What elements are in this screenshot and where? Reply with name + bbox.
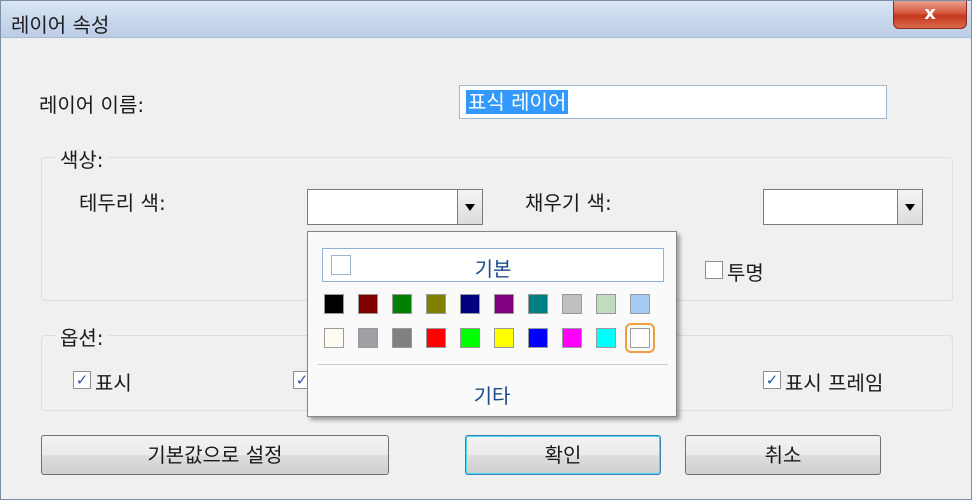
close-button[interactable]: x — [893, 1, 967, 29]
show-frame-checkbox[interactable]: ✓ — [763, 371, 781, 389]
set-defaults-button[interactable]: 기본값으로 설정 — [41, 435, 389, 475]
color-swatch[interactable] — [392, 294, 412, 314]
dialog-title: 레이어 속성 — [11, 13, 110, 37]
chevron-down-icon[interactable] — [457, 189, 483, 225]
color-swatch[interactable] — [358, 294, 378, 314]
color-swatch[interactable] — [630, 294, 650, 314]
color-swatch[interactable] — [494, 294, 514, 314]
color-picker-popup: 기본 기타 — [307, 231, 677, 417]
color-swatch[interactable] — [562, 294, 582, 314]
color-swatch[interactable] — [596, 294, 616, 314]
more-colors-option[interactable]: 기타 — [308, 380, 676, 409]
color-swatch[interactable] — [562, 328, 582, 348]
default-color-label: 기본 — [474, 257, 512, 281]
title-bar[interactable]: 레이어 속성 x — [1, 1, 971, 38]
show-label: 표시 — [95, 371, 132, 395]
color-swatch[interactable] — [358, 328, 378, 348]
transparent-checkbox[interactable] — [705, 261, 723, 279]
color-swatch[interactable] — [324, 328, 344, 348]
color-swatch[interactable] — [625, 323, 655, 353]
color-swatch[interactable] — [426, 294, 446, 314]
fill-color-label: 채우기 색: — [525, 191, 612, 215]
chevron-down-icon[interactable] — [897, 189, 923, 225]
show-frame-label: 표시 프레임 — [785, 371, 884, 395]
color-swatch[interactable] — [324, 294, 344, 314]
show-checkbox[interactable]: ✓ — [73, 371, 91, 389]
color-swatch[interactable] — [596, 328, 616, 348]
layer-properties-dialog: 레이어 속성 x 레이어 이름: 표식 레이어 색상: 테두리 색: 채우기 색… — [0, 0, 972, 500]
color-swatch[interactable] — [460, 328, 480, 348]
border-color-label: 테두리 색: — [79, 191, 166, 215]
color-group-legend: 색상: — [56, 144, 108, 173]
cancel-button[interactable]: 취소 — [685, 435, 881, 475]
default-color-option[interactable]: 기본 — [322, 248, 664, 282]
layer-name-value: 표식 레이어 — [466, 90, 569, 114]
border-color-combo[interactable] — [307, 189, 483, 225]
color-swatch[interactable] — [460, 294, 480, 314]
ok-button[interactable]: 확인 — [465, 435, 661, 475]
color-swatch[interactable] — [392, 328, 412, 348]
color-swatch[interactable] — [528, 294, 548, 314]
options-group-legend: 옵션: — [56, 322, 108, 351]
layer-name-label: 레이어 이름: — [39, 93, 145, 117]
color-swatch[interactable] — [494, 328, 514, 348]
layer-name-input[interactable]: 표식 레이어 — [459, 85, 887, 119]
color-swatch[interactable] — [426, 328, 446, 348]
popup-divider — [318, 364, 668, 365]
color-swatch[interactable] — [528, 328, 548, 348]
fill-color-combo[interactable] — [763, 189, 923, 225]
transparent-label: 투명 — [727, 261, 764, 285]
